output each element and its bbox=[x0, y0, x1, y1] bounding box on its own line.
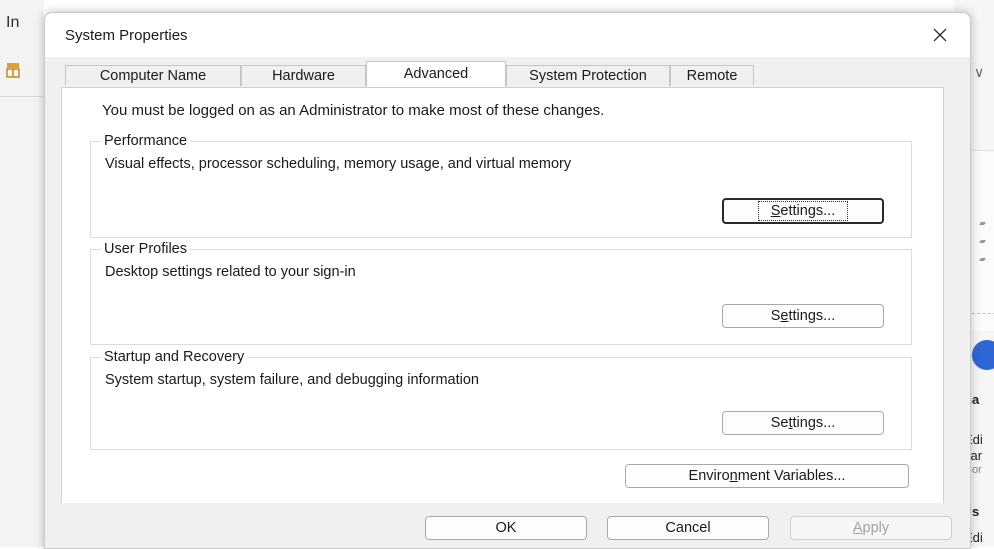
tab-computer-name[interactable]: Computer Name bbox=[65, 65, 241, 86]
background-avatar-circle bbox=[972, 340, 994, 370]
background-app-left: In bbox=[0, 0, 44, 547]
environment-variables-button[interactable]: Environment Variables... bbox=[625, 464, 909, 488]
user-profiles-group: User Profiles Desktop settings related t… bbox=[90, 240, 912, 345]
performance-settings-button[interactable]: Settings... bbox=[722, 198, 884, 224]
user-profiles-settings-button[interactable]: Settings... bbox=[722, 304, 884, 328]
admin-note: You must be logged on as an Administrato… bbox=[102, 102, 605, 119]
title-bar[interactable]: System Properties bbox=[45, 13, 970, 57]
startup-recovery-label: Startup and Recovery bbox=[101, 348, 248, 366]
performance-group: Performance Visual effects, processor sc… bbox=[90, 132, 912, 238]
tab-system-protection[interactable]: System Protection bbox=[506, 65, 670, 86]
tab-hardware[interactable]: Hardware bbox=[241, 65, 366, 86]
performance-description: Visual effects, processor scheduling, me… bbox=[105, 156, 572, 172]
startup-recovery-settings-button[interactable]: Settings... bbox=[722, 411, 884, 435]
background-divider bbox=[0, 96, 44, 97]
startup-recovery-group: Startup and Recovery System startup, sys… bbox=[90, 348, 912, 450]
apply-button[interactable]: Apply bbox=[790, 516, 952, 540]
chevron-down-icon: ∨ bbox=[974, 64, 985, 80]
background-app-title: In bbox=[6, 14, 20, 31]
ok-button[interactable]: OK bbox=[425, 516, 587, 540]
system-properties-dialog: System Properties Computer Name Hardware… bbox=[44, 12, 971, 549]
dialog-footer: OK Cancel Apply bbox=[45, 503, 970, 548]
user-profiles-description: Desktop settings related to your sign-in bbox=[105, 264, 356, 280]
user-profiles-settings-label: Settings... bbox=[770, 308, 836, 324]
performance-label: Performance bbox=[101, 132, 191, 150]
cancel-button[interactable]: Cancel bbox=[607, 516, 769, 540]
performance-settings-label: Settings... bbox=[757, 201, 849, 221]
environment-variables-label: Environment Variables... bbox=[688, 468, 846, 484]
dialog-title: System Properties bbox=[65, 27, 188, 44]
startup-recovery-description: System startup, system failure, and debu… bbox=[105, 372, 479, 388]
tab-advanced[interactable]: Advanced bbox=[366, 61, 506, 87]
user-profiles-label: User Profiles bbox=[101, 240, 190, 258]
close-button[interactable] bbox=[923, 19, 957, 51]
startup-recovery-settings-label: Settings... bbox=[770, 415, 836, 431]
close-icon bbox=[933, 28, 947, 42]
advanced-tab-page: You must be logged on as an Administrato… bbox=[61, 87, 944, 505]
apply-label: Apply bbox=[852, 520, 890, 536]
tab-remote[interactable]: Remote bbox=[670, 65, 754, 86]
app-icon bbox=[6, 63, 20, 78]
